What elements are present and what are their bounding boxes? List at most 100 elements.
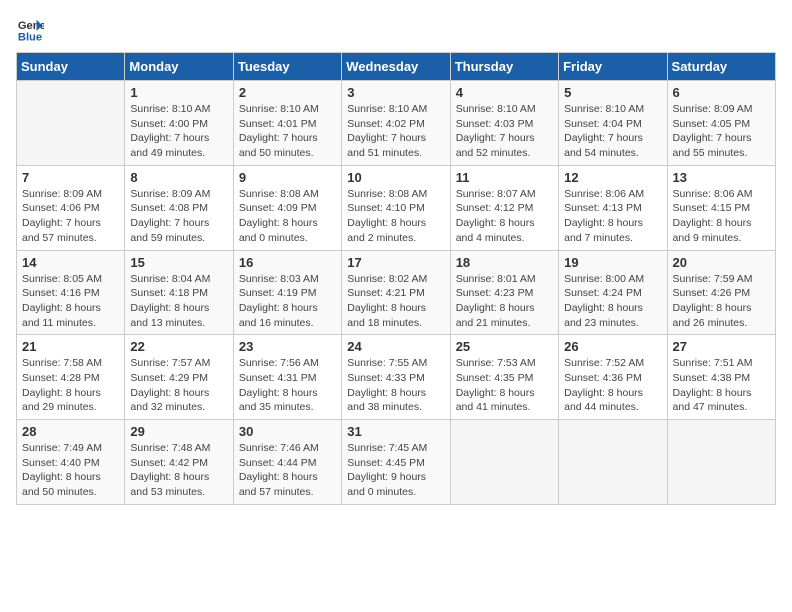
calendar-cell: 23Sunrise: 7:56 AMSunset: 4:31 PMDayligh… (233, 335, 341, 420)
calendar-table: SundayMondayTuesdayWednesdayThursdayFrid… (16, 52, 776, 505)
day-info: Sunrise: 8:01 AMSunset: 4:23 PMDaylight:… (456, 272, 553, 331)
weekday-header-monday: Monday (125, 53, 233, 81)
day-info: Sunrise: 8:04 AMSunset: 4:18 PMDaylight:… (130, 272, 227, 331)
day-number: 26 (564, 339, 661, 354)
calendar-week-row: 14Sunrise: 8:05 AMSunset: 4:16 PMDayligh… (17, 250, 776, 335)
calendar-cell: 27 Sunrise: 7:51 AMSunset: 4:38 PMDayligh… (667, 335, 775, 420)
day-info: Sunrise: 7:59 AMSunset: 4:26 PMDaylight:… (673, 272, 770, 331)
day-info: Sunrise: 8:08 AMSunset: 4:10 PMDaylight:… (347, 187, 444, 246)
day-number: 25 (456, 339, 553, 354)
calendar-cell: 9 Sunrise: 8:08 AMSunset: 4:09 PMDaylight… (233, 165, 341, 250)
calendar-cell: 11Sunrise: 8:07 AMSunset: 4:12 PMDayligh… (450, 165, 558, 250)
calendar-cell: 16 Sunrise: 8:03 AMSunset: 4:19 PMDayligh… (233, 250, 341, 335)
day-number: 5 (564, 85, 661, 100)
weekday-header-saturday: Saturday (667, 53, 775, 81)
calendar-cell: 12 Sunrise: 8:06 AMSunset: 4:13 PMDayligh… (559, 165, 667, 250)
weekday-header-sunday: Sunday (17, 53, 125, 81)
calendar-cell (17, 81, 125, 166)
calendar-week-row: 21 Sunrise: 7:58 AMSunset: 4:28 PMDayligh… (17, 335, 776, 420)
calendar-cell: 5 Sunrise: 8:10 AMSunset: 4:04 PMDaylight… (559, 81, 667, 166)
calendar-cell: 14Sunrise: 8:05 AMSunset: 4:16 PMDayligh… (17, 250, 125, 335)
weekday-header-friday: Friday (559, 53, 667, 81)
day-info: Sunrise: 8:09 AMSunset: 4:05 PMDaylight:… (673, 102, 770, 161)
calendar-cell: 22 Sunrise: 7:57 AMSunset: 4:29 PMDayligh… (125, 335, 233, 420)
calendar-cell: 1 Sunrise: 8:10 AMSunset: 4:00 PMDaylight… (125, 81, 233, 166)
weekday-header-tuesday: Tuesday (233, 53, 341, 81)
day-info: Sunrise: 7:53 AMSunset: 4:35 PMDaylight:… (456, 356, 553, 415)
calendar-cell: 21 Sunrise: 7:58 AMSunset: 4:28 PMDayligh… (17, 335, 125, 420)
day-number: 15 (130, 255, 227, 270)
day-number: 28 (22, 424, 119, 439)
calendar-cell: 3Sunrise: 8:10 AMSunset: 4:02 PMDaylight… (342, 81, 450, 166)
day-info: Sunrise: 8:10 AMSunset: 4:03 PMDaylight:… (456, 102, 553, 161)
day-number: 6 (673, 85, 770, 100)
day-info: Sunrise: 8:09 AMSunset: 4:08 PMDaylight:… (130, 187, 227, 246)
calendar-cell (559, 420, 667, 505)
day-number: 30 (239, 424, 336, 439)
day-info: Sunrise: 8:10 AMSunset: 4:00 PMDaylight:… (130, 102, 227, 161)
calendar-cell: 17 Sunrise: 8:02 AMSunset: 4:21 PMDayligh… (342, 250, 450, 335)
day-number: 1 (130, 85, 227, 100)
svg-text:Blue: Blue (18, 31, 42, 43)
day-number: 8 (130, 170, 227, 185)
day-number: 22 (130, 339, 227, 354)
day-number: 20 (673, 255, 770, 270)
day-info: Sunrise: 7:49 AMSunset: 4:40 PMDaylight:… (22, 441, 119, 500)
day-info: Sunrise: 7:56 AMSunset: 4:31 PMDaylight:… (239, 356, 336, 415)
day-number: 13 (673, 170, 770, 185)
day-info: Sunrise: 7:57 AMSunset: 4:29 PMDaylight:… (130, 356, 227, 415)
calendar-cell: 31 Sunrise: 7:45 AMSunset: 4:45 PMDayligh… (342, 420, 450, 505)
day-info: Sunrise: 7:46 AMSunset: 4:44 PMDaylight:… (239, 441, 336, 500)
day-info: Sunrise: 8:10 AMSunset: 4:02 PMDaylight:… (347, 102, 444, 161)
day-number: 21 (22, 339, 119, 354)
weekday-header-thursday: Thursday (450, 53, 558, 81)
day-info: Sunrise: 8:06 AMSunset: 4:15 PMDaylight:… (673, 187, 770, 246)
day-number: 19 (564, 255, 661, 270)
day-number: 31 (347, 424, 444, 439)
header: General Blue (16, 16, 776, 44)
calendar-cell: 6 Sunrise: 8:09 AMSunset: 4:05 PMDaylight… (667, 81, 775, 166)
day-info: Sunrise: 7:58 AMSunset: 4:28 PMDaylight:… (22, 356, 119, 415)
weekday-header-wednesday: Wednesday (342, 53, 450, 81)
day-info: Sunrise: 8:07 AMSunset: 4:12 PMDaylight:… (456, 187, 553, 246)
calendar-week-row: 1 Sunrise: 8:10 AMSunset: 4:00 PMDaylight… (17, 81, 776, 166)
day-info: Sunrise: 8:08 AMSunset: 4:09 PMDaylight:… (239, 187, 336, 246)
calendar-cell: 15 Sunrise: 8:04 AMSunset: 4:18 PMDayligh… (125, 250, 233, 335)
day-number: 4 (456, 85, 553, 100)
calendar-cell (667, 420, 775, 505)
day-info: Sunrise: 8:02 AMSunset: 4:21 PMDaylight:… (347, 272, 444, 331)
calendar-cell: 18 Sunrise: 8:01 AMSunset: 4:23 PMDayligh… (450, 250, 558, 335)
day-info: Sunrise: 8:05 AMSunset: 4:16 PMDaylight:… (22, 272, 119, 331)
day-number: 18 (456, 255, 553, 270)
day-info: Sunrise: 7:51 AMSunset: 4:38 PMDaylight:… (673, 356, 770, 415)
logo: General Blue (16, 16, 44, 44)
day-number: 10 (347, 170, 444, 185)
day-number: 7 (22, 170, 119, 185)
calendar-cell: 20 Sunrise: 7:59 AMSunset: 4:26 PMDayligh… (667, 250, 775, 335)
day-info: Sunrise: 8:10 AMSunset: 4:04 PMDaylight:… (564, 102, 661, 161)
day-info: Sunrise: 7:52 AMSunset: 4:36 PMDaylight:… (564, 356, 661, 415)
calendar-cell: 10 Sunrise: 8:08 AMSunset: 4:10 PMDayligh… (342, 165, 450, 250)
calendar-cell (450, 420, 558, 505)
day-number: 12 (564, 170, 661, 185)
day-number: 9 (239, 170, 336, 185)
calendar-cell: 28 Sunrise: 7:49 AMSunset: 4:40 PMDayligh… (17, 420, 125, 505)
calendar-cell: 29Sunrise: 7:48 AMSunset: 4:42 PMDayligh… (125, 420, 233, 505)
day-info: Sunrise: 7:45 AMSunset: 4:45 PMDaylight:… (347, 441, 444, 500)
day-number: 24 (347, 339, 444, 354)
calendar-week-row: 28 Sunrise: 7:49 AMSunset: 4:40 PMDayligh… (17, 420, 776, 505)
day-number: 16 (239, 255, 336, 270)
day-number: 27 (673, 339, 770, 354)
calendar-cell: 24Sunrise: 7:55 AMSunset: 4:33 PMDayligh… (342, 335, 450, 420)
calendar-cell: 8 Sunrise: 8:09 AMSunset: 4:08 PMDaylight… (125, 165, 233, 250)
calendar-body: 1 Sunrise: 8:10 AMSunset: 4:00 PMDaylight… (17, 81, 776, 505)
calendar-cell: 25 Sunrise: 7:53 AMSunset: 4:35 PMDayligh… (450, 335, 558, 420)
day-info: Sunrise: 8:00 AMSunset: 4:24 PMDaylight:… (564, 272, 661, 331)
calendar-cell: 7Sunrise: 8:09 AMSunset: 4:06 PMDaylight… (17, 165, 125, 250)
calendar-cell: 30 Sunrise: 7:46 AMSunset: 4:44 PMDayligh… (233, 420, 341, 505)
day-info: Sunrise: 8:06 AMSunset: 4:13 PMDaylight:… (564, 187, 661, 246)
day-info: Sunrise: 8:03 AMSunset: 4:19 PMDaylight:… (239, 272, 336, 331)
logo-icon: General Blue (16, 16, 44, 44)
day-number: 29 (130, 424, 227, 439)
day-number: 17 (347, 255, 444, 270)
